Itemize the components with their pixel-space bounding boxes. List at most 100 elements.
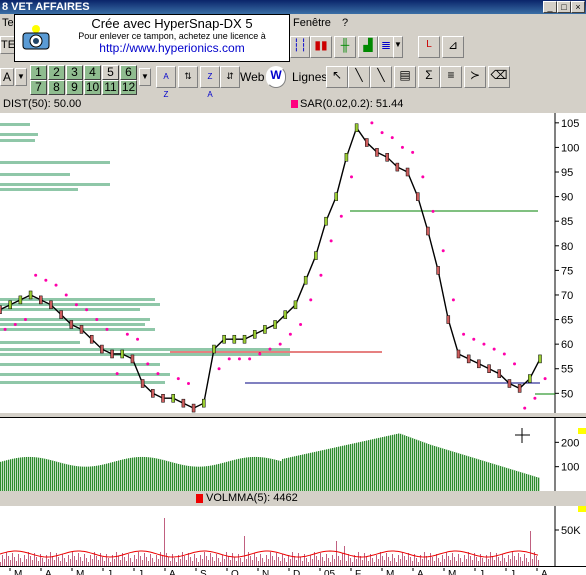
volume-at-price-bar bbox=[0, 381, 165, 384]
volmma-bar bbox=[48, 559, 49, 566]
sort-az-icon[interactable]: AZ bbox=[156, 66, 176, 99]
sort-desc-icon[interactable]: ⇵ bbox=[220, 66, 240, 88]
volume-bar bbox=[414, 438, 416, 491]
line-tool-icon[interactable]: ╲ bbox=[348, 66, 370, 88]
cursor-icon[interactable]: ↖ bbox=[326, 66, 348, 88]
volume-bar bbox=[118, 460, 120, 491]
volmma-bar bbox=[100, 553, 101, 566]
volume-bar bbox=[356, 442, 358, 491]
menu-item-left[interactable]: Te bbox=[2, 17, 14, 29]
minimize-button[interactable]: _ bbox=[543, 1, 557, 13]
volume-bar bbox=[154, 458, 156, 491]
sar-dot bbox=[278, 342, 282, 346]
volume-bar bbox=[522, 472, 524, 491]
dropdown-arrow-icon[interactable]: ▼ bbox=[393, 36, 403, 58]
volume-bar bbox=[394, 434, 396, 491]
channel-icon[interactable]: ≡ bbox=[440, 66, 462, 88]
period-button-12[interactable]: 12 bbox=[120, 80, 137, 95]
toolbar-left-label[interactable]: A bbox=[0, 68, 14, 86]
fan-icon[interactable]: ≻ bbox=[464, 66, 486, 88]
text-tool-icon[interactable]: ▤ bbox=[394, 66, 416, 88]
volume-bar bbox=[174, 462, 176, 491]
bar-chart-icon[interactable]: ┆┆ bbox=[290, 36, 310, 58]
volmma-label: VOLMMA(5): 4462 bbox=[206, 492, 298, 504]
period-button-8[interactable]: 8 bbox=[48, 80, 65, 95]
dropdown-arrow-icon[interactable]: ▼ bbox=[139, 68, 151, 86]
volume-bar bbox=[410, 437, 412, 491]
volmma-bar bbox=[210, 553, 211, 566]
volmma-color-swatch bbox=[196, 494, 203, 503]
volmma-bar bbox=[372, 558, 373, 566]
candlestick-icon[interactable]: ▮▮ bbox=[310, 36, 332, 58]
volume-bar bbox=[290, 457, 292, 491]
period-button-7[interactable]: 7 bbox=[30, 80, 47, 95]
chart-list-icon[interactable]: ≣ bbox=[378, 36, 394, 58]
volume-bar bbox=[256, 456, 258, 491]
period-button-4[interactable]: 4 bbox=[84, 65, 101, 80]
volmma-bar bbox=[244, 536, 245, 566]
volmma-bar bbox=[56, 553, 57, 566]
volmma-chart[interactable]: 50K bbox=[0, 506, 586, 566]
period-button-1[interactable]: 1 bbox=[30, 65, 47, 80]
volume-bar bbox=[538, 477, 540, 491]
dropdown-arrow-icon[interactable]: ▼ bbox=[15, 68, 27, 86]
eraser-icon[interactable]: ⌫ bbox=[488, 66, 510, 88]
period-button-6[interactable]: 6 bbox=[120, 65, 137, 80]
line-tool-2-icon[interactable]: ╲ bbox=[370, 66, 392, 88]
volmma-bar bbox=[14, 557, 15, 566]
price-tick-label: 65 bbox=[561, 315, 573, 327]
volume-at-price-bar bbox=[0, 328, 155, 331]
ohlc-icon[interactable]: ╫ bbox=[334, 36, 356, 58]
price-chart[interactable]: 105 100 95 90 85 80 75 70 65 60 55 50 bbox=[0, 106, 586, 430]
maximize-button[interactable]: □ bbox=[557, 1, 571, 13]
volume-chart[interactable]: 200 100 bbox=[0, 417, 586, 491]
fibonacci-icon[interactable]: Σ bbox=[418, 66, 440, 88]
menu-item-help[interactable]: ? bbox=[342, 17, 348, 29]
period-button-3[interactable]: 3 bbox=[66, 65, 83, 80]
period-button-10[interactable]: 10 bbox=[84, 80, 101, 95]
x-tick-label: J bbox=[510, 569, 515, 575]
candle bbox=[69, 320, 74, 329]
web-icon[interactable]: W bbox=[266, 66, 286, 88]
volume-bar bbox=[42, 458, 44, 491]
period-button-5[interactable]: 5 bbox=[102, 65, 119, 80]
volume-bar bbox=[192, 466, 194, 491]
sar-dot bbox=[125, 332, 129, 336]
zoom-icon[interactable]: ⊿ bbox=[442, 36, 464, 58]
period-button-11[interactable]: 11 bbox=[102, 80, 119, 95]
candle bbox=[334, 192, 338, 201]
volmma-bar bbox=[436, 554, 437, 566]
volmma-bar bbox=[270, 552, 271, 566]
volmma-bar bbox=[180, 559, 181, 566]
sort-za-icon[interactable]: ZA bbox=[200, 66, 220, 99]
sar-dot bbox=[543, 377, 547, 381]
menu-item-window[interactable]: Fenêtre bbox=[293, 17, 331, 29]
volume-bar bbox=[516, 470, 518, 491]
volmma-bar bbox=[6, 552, 7, 566]
volmma-bar bbox=[380, 552, 381, 566]
volume-at-price-bar bbox=[0, 373, 170, 376]
volmma-bar bbox=[108, 558, 109, 566]
volume-bar bbox=[28, 456, 30, 491]
volmma-bar bbox=[366, 557, 367, 566]
volmma-bar bbox=[114, 559, 115, 566]
close-button[interactable]: × bbox=[571, 1, 585, 13]
log-scale-icon[interactable]: L bbox=[418, 36, 440, 58]
sort-icon[interactable]: ⇅ bbox=[178, 66, 198, 88]
volume-bar bbox=[64, 463, 66, 491]
camera-icon bbox=[21, 23, 51, 51]
volume-bar bbox=[78, 466, 80, 491]
volume-bar bbox=[380, 437, 382, 491]
sar-dot bbox=[502, 352, 506, 356]
volume-bar bbox=[222, 462, 224, 491]
volume-bar bbox=[398, 433, 400, 491]
period-button-9[interactable]: 9 bbox=[66, 80, 83, 95]
period-button-2[interactable]: 2 bbox=[48, 65, 65, 80]
volume-bar bbox=[32, 457, 34, 491]
area-chart-icon[interactable]: ▟ bbox=[358, 36, 378, 58]
volmma-bar bbox=[468, 552, 469, 566]
volume-bar bbox=[350, 444, 352, 491]
volume-bar bbox=[386, 436, 388, 491]
volume-bar bbox=[48, 459, 50, 491]
volmma-bar bbox=[52, 556, 53, 566]
